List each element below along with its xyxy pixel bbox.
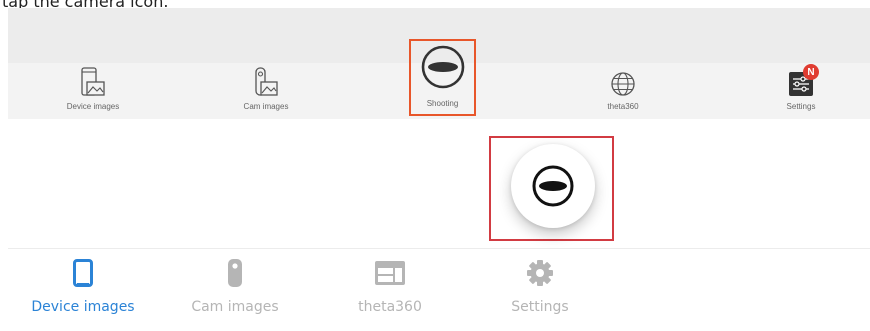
globe-icon [611, 72, 635, 96]
browser-window-icon [375, 261, 405, 285]
tab-shooting-label: Shooting [426, 99, 459, 108]
bottom-tab-cam-images-label: Cam images [191, 299, 279, 315]
device-images-icon [81, 67, 105, 96]
tab-settings[interactable]: Settings [771, 63, 831, 119]
bottom-tab-settings-label: Settings [511, 299, 569, 315]
bottom-tab-device-images-label: Device images [31, 299, 135, 315]
bottom-nav-divider [8, 248, 870, 249]
gear-icon [527, 260, 553, 286]
shutter-icon [532, 165, 574, 207]
tab-settings-label: Settings [786, 102, 816, 111]
tab-cam-images[interactable]: Cam images [231, 63, 301, 119]
settings-notification-badge: N [803, 64, 819, 80]
tab-cam-images-label: Cam images [243, 102, 289, 111]
bottom-tab-settings[interactable]: Settings [500, 259, 580, 315]
smartphone-icon [73, 259, 93, 287]
tab-device-images-label: Device images [66, 102, 120, 111]
shutter-icon [421, 45, 464, 89]
bottom-tab-device-images[interactable]: Device images [24, 259, 142, 315]
tab-theta360-label: theta360 [607, 102, 639, 111]
tab-device-images[interactable]: Device images [58, 63, 128, 119]
bottom-tab-theta360-label: theta360 [358, 299, 422, 315]
bottom-tab-theta360[interactable]: theta360 [345, 259, 435, 315]
tab-theta360[interactable]: theta360 [593, 63, 653, 119]
cam-images-icon [255, 67, 278, 96]
tab-shooting[interactable]: Shooting [409, 39, 476, 116]
camera-icon [228, 259, 242, 287]
bottom-tab-cam-images[interactable]: Cam images [185, 259, 285, 315]
shooting-button[interactable] [511, 144, 595, 228]
